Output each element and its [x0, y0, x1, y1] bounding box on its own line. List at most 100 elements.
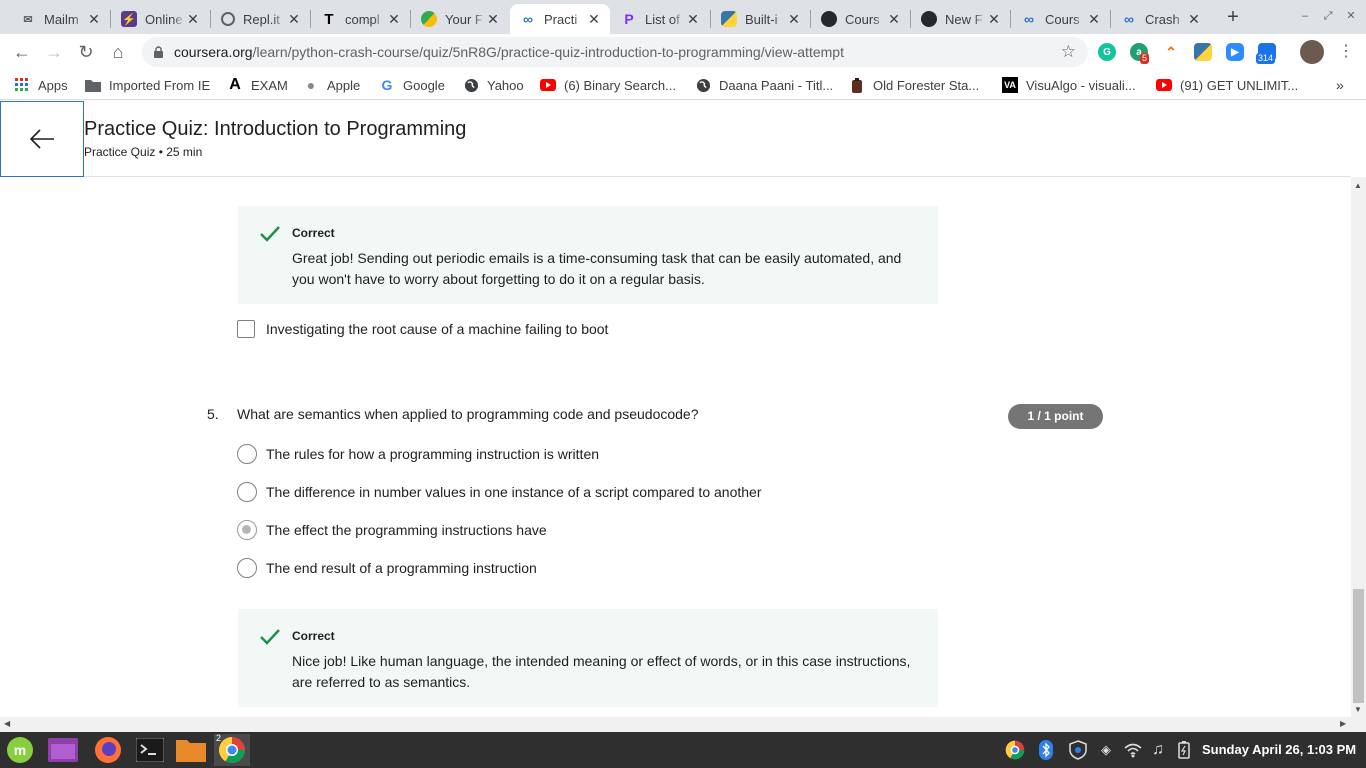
- chrome-tray-icon[interactable]: [999, 734, 1031, 766]
- bookmark-get-unlimited[interactable]: (91) GET UNLIMIT...: [1156, 76, 1298, 94]
- avatar[interactable]: [1300, 40, 1324, 64]
- reload-icon[interactable]: ↻: [74, 40, 98, 64]
- window-count: 2: [216, 733, 222, 743]
- close-icon[interactable]: ✕: [86, 11, 102, 27]
- scroll-right-icon[interactable]: ▶: [1340, 719, 1346, 728]
- svg-text:m: m: [14, 742, 26, 758]
- address-bar[interactable]: coursera.org/learn/python-crash-course/q…: [142, 37, 1088, 67]
- radio-button-selected[interactable]: [237, 520, 257, 540]
- folder-app-icon[interactable]: [175, 734, 207, 766]
- close-icon[interactable]: ✕: [886, 11, 902, 27]
- menu-kebab-icon[interactable]: ⋮: [1334, 40, 1358, 64]
- bluetooth-icon[interactable]: [1030, 734, 1062, 766]
- forward-icon[interactable]: →: [42, 40, 66, 64]
- radio-option[interactable]: The rules for how a programming instruct…: [237, 444, 599, 464]
- tab-mailm[interactable]: ✉ Mailm ✕: [10, 4, 110, 34]
- battery-icon[interactable]: [1168, 734, 1200, 766]
- close-window-icon[interactable]: ✕: [1343, 8, 1359, 24]
- bookmark-google[interactable]: G Google: [379, 76, 445, 94]
- radio-button[interactable]: [237, 482, 257, 502]
- taskbar: m 2 ◈ ♫ Sunday April 26, 1:03 PM: [0, 732, 1366, 768]
- chrome-taskbar-icon[interactable]: 2: [214, 733, 250, 766]
- close-icon[interactable]: ✕: [185, 11, 201, 27]
- bookmark-imported-from-ie[interactable]: Imported From IE: [85, 76, 210, 94]
- checkbox[interactable]: [237, 320, 255, 338]
- close-icon[interactable]: ✕: [1186, 11, 1202, 27]
- files-manager-icon[interactable]: [47, 734, 79, 766]
- bookmark-daana-paani[interactable]: Daana Paani - Titl...: [695, 76, 833, 94]
- page-title: Practice Quiz: Introduction to Programmi…: [84, 118, 467, 140]
- scroll-up-icon[interactable]: ▲: [1354, 181, 1362, 190]
- tab-online[interactable]: ⚡ Online ✕: [111, 4, 209, 34]
- feedback-text: Great job! Sending out periodic emails i…: [292, 250, 902, 287]
- scroll-left-icon[interactable]: ◀: [4, 719, 10, 728]
- scrollbar-thumb[interactable]: [1353, 589, 1364, 703]
- mint-menu-icon[interactable]: m: [4, 734, 36, 766]
- bookmarks-bar: Apps Imported From IE A EXAM ● Apple G G…: [0, 70, 1366, 100]
- close-icon[interactable]: ✕: [986, 11, 1002, 27]
- feedback-label: Correct: [292, 226, 335, 240]
- rainbow-extension-icon[interactable]: ⌃: [1162, 43, 1180, 61]
- python-extension-icon[interactable]: [1194, 43, 1212, 61]
- tab-compl[interactable]: T compl ✕: [311, 4, 410, 34]
- close-icon[interactable]: ✕: [485, 11, 501, 27]
- page-content: Correct Great job! Sending out periodic …: [0, 101, 1366, 718]
- new-tab-button[interactable]: +: [1222, 6, 1244, 28]
- close-icon[interactable]: ✕: [386, 11, 402, 27]
- bookmark-yahoo[interactable]: Yahoo: [463, 76, 524, 94]
- tab-coursera-course[interactable]: ∞ Cours ✕: [1011, 4, 1110, 34]
- back-button[interactable]: [0, 101, 84, 177]
- tab-replit[interactable]: Repl.it ✕: [211, 4, 310, 34]
- tab-practice-quiz[interactable]: ∞ Practi ✕: [510, 4, 610, 34]
- radio-option-selected[interactable]: The effect the programming instructions …: [237, 520, 547, 540]
- bookmark-star-icon[interactable]: ☆: [1061, 43, 1076, 61]
- bookmark-apps[interactable]: Apps: [14, 76, 68, 94]
- radio-option[interactable]: The end result of a programming instruct…: [237, 558, 537, 578]
- quiz-header: Practice Quiz: Introduction to Programmi…: [0, 101, 1351, 177]
- bookmark-exam[interactable]: A EXAM: [227, 76, 288, 94]
- youtube-icon: [540, 77, 556, 93]
- close-icon[interactable]: ✕: [685, 11, 701, 27]
- feedback-label: Correct: [292, 629, 335, 643]
- back-icon[interactable]: ←: [10, 40, 34, 64]
- bookmark-visualgo[interactable]: VA VisuAlgo - visuali...: [1002, 76, 1136, 94]
- tab-github-course[interactable]: Cours ✕: [811, 4, 910, 34]
- circle-icon: [421, 11, 437, 27]
- scroll-down-icon[interactable]: ▼: [1354, 705, 1362, 714]
- minimize-icon[interactable]: –: [1297, 8, 1313, 24]
- globe-icon: [463, 77, 479, 93]
- a-logo-icon: A: [229, 76, 241, 93]
- tab-github-new[interactable]: New F ✕: [911, 4, 1010, 34]
- horizontal-scrollbar[interactable]: ◀ ▶: [0, 717, 1366, 732]
- restore-icon[interactable]: ⤢: [1320, 8, 1336, 24]
- tab-built-in[interactable]: Built-i ✕: [711, 4, 810, 34]
- visualgo-icon: VA: [1002, 77, 1018, 93]
- bolt-icon: ⚡: [121, 11, 137, 27]
- tab-your-f[interactable]: Your F ✕: [411, 4, 509, 34]
- github-icon: [921, 11, 937, 27]
- tab-list-of[interactable]: P List of ✕: [611, 4, 709, 34]
- terminal-icon[interactable]: [134, 734, 166, 766]
- close-icon[interactable]: ✕: [786, 11, 802, 27]
- home-icon[interactable]: ⌂: [106, 40, 130, 64]
- zoom-extension-icon[interactable]: ▶: [1226, 43, 1244, 61]
- tab-crash[interactable]: ∞ Crash ✕: [1111, 4, 1210, 34]
- close-icon[interactable]: ✕: [286, 11, 302, 27]
- option-label: The end result of a programming instruct…: [266, 560, 537, 576]
- bookmarks-overflow-icon[interactable]: »: [1336, 76, 1344, 94]
- option-checkbox[interactable]: Investigating the root cause of a machin…: [237, 319, 608, 339]
- firefox-icon[interactable]: [92, 734, 124, 766]
- points-badge: 1 / 1 point: [1008, 404, 1103, 429]
- bookmark-apple[interactable]: ● Apple: [303, 76, 360, 94]
- bookmark-binary-search[interactable]: (6) Binary Search...: [540, 76, 676, 94]
- close-icon[interactable]: ✕: [586, 11, 602, 27]
- radio-option[interactable]: The difference in number values in one i…: [237, 482, 761, 502]
- radio-button[interactable]: [237, 558, 257, 578]
- coursera-icon: ∞: [1124, 11, 1134, 27]
- globe-icon: [695, 77, 711, 93]
- clock[interactable]: Sunday April 26, 1:03 PM: [1202, 742, 1356, 757]
- bookmark-old-forester[interactable]: Old Forester Sta...: [849, 76, 979, 94]
- radio-button[interactable]: [237, 444, 257, 464]
- grammarly-icon[interactable]: G: [1098, 43, 1116, 61]
- close-icon[interactable]: ✕: [1086, 11, 1102, 27]
